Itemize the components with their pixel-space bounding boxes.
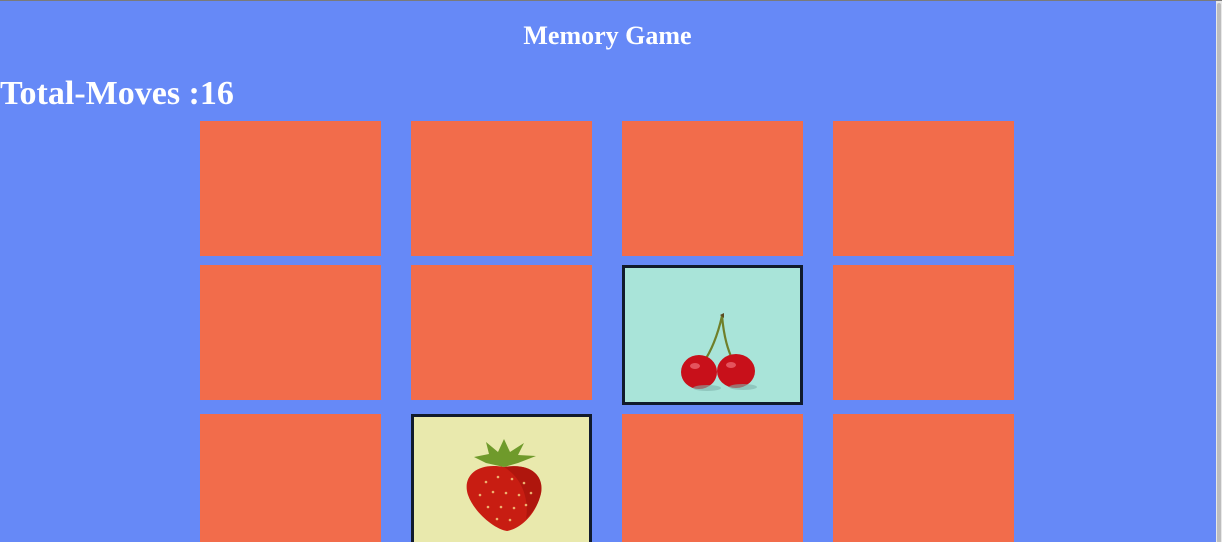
card-6[interactable] [411, 265, 592, 400]
scrollbar-thumb[interactable] [1217, 3, 1221, 542]
game-page: Memory Game Total-Moves :16 [0, 0, 1222, 542]
card-10[interactable] [411, 414, 592, 542]
card-7[interactable] [622, 265, 803, 405]
card-8[interactable] [833, 265, 1014, 400]
card-9[interactable] [200, 414, 381, 542]
card-11[interactable] [622, 414, 803, 542]
card-3[interactable] [622, 121, 803, 256]
card-2[interactable] [411, 121, 592, 256]
cherry-icon [681, 313, 757, 391]
strawberry-icon [466, 439, 542, 531]
page-title: Memory Game [523, 21, 692, 50]
card-12[interactable] [833, 414, 1014, 542]
card-1[interactable] [200, 121, 381, 256]
card-5[interactable] [200, 265, 381, 400]
card-4[interactable] [833, 121, 1014, 256]
moves-counter: Total-Moves :16 [0, 75, 234, 112]
vertical-scrollbar[interactable] [1216, 1, 1222, 542]
card-grid [200, 121, 1014, 542]
